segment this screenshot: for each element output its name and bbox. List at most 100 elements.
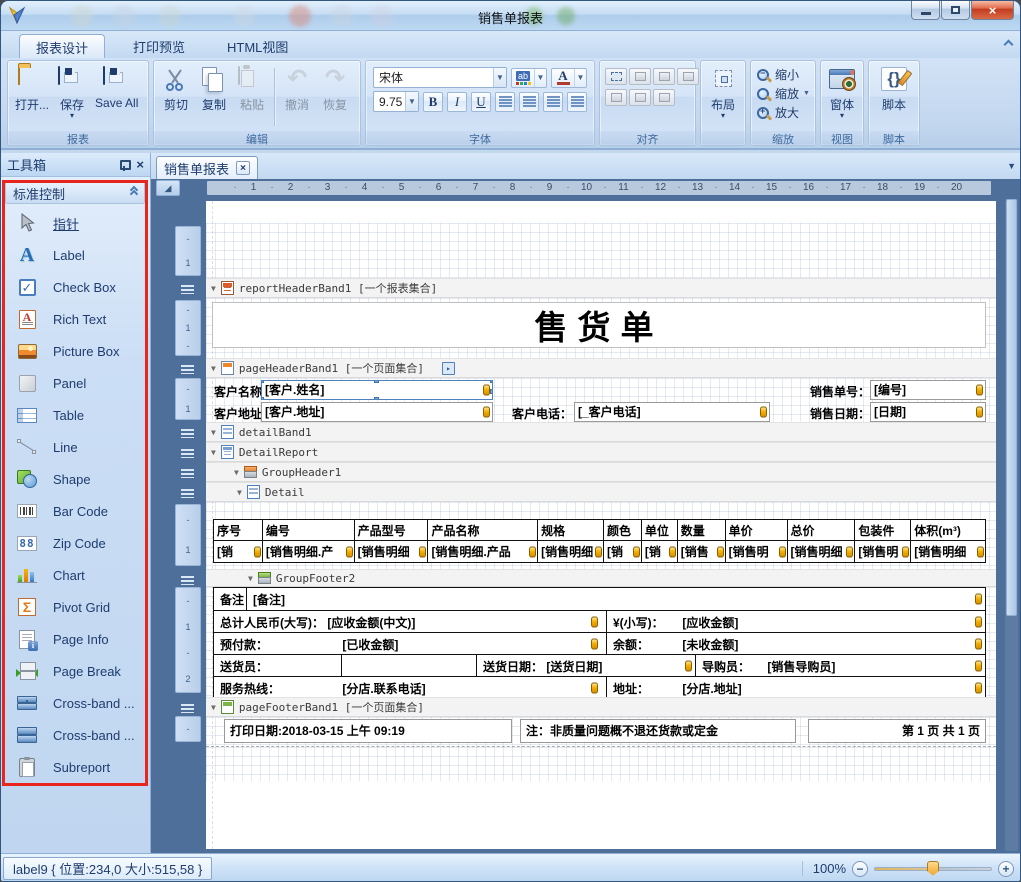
band-header-detail[interactable]: ▼ Detail [206, 482, 996, 502]
collapse-arrow-icon[interactable]: ▼ [237, 488, 242, 497]
detail-column-header[interactable]: 单位 [642, 520, 678, 540]
collapse-arrow-icon[interactable]: ▼ [248, 574, 253, 583]
report-header-content[interactable]: 售货单 [206, 298, 996, 358]
detail-column-header[interactable]: 产品型号 [355, 520, 429, 540]
report-title-label[interactable]: 售货单 [212, 302, 986, 348]
combo-dropdown-icon[interactable]: ▼ [405, 92, 418, 111]
deliverer-value-cell[interactable] [342, 655, 477, 676]
report-page[interactable]: ▼ reportHeaderBand1 [一个报表集合] 售货单 ▼ pageH… [206, 201, 996, 849]
toolbox-item-checkbox[interactable]: ✓ Check Box [5, 271, 145, 303]
detail-field-cell[interactable]: [销 [642, 541, 678, 562]
font-size-combo[interactable]: 9.75 ▼ [373, 91, 419, 112]
toolbox-item-shape[interactable]: Shape [5, 463, 145, 495]
remark-field-cell[interactable]: [备注] [247, 588, 985, 610]
dropdown-arrow-icon[interactable]: ▼ [534, 69, 546, 87]
pin-icon[interactable] [119, 159, 128, 171]
align-tops-button[interactable] [605, 89, 627, 106]
zoom-in-button[interactable]: + [998, 861, 1014, 877]
band-grip-icon[interactable] [181, 704, 194, 713]
detail-column-header[interactable]: 颜色 [604, 520, 642, 540]
band-grip-icon[interactable] [181, 449, 194, 458]
font-color-button[interactable]: A ▼ [551, 68, 587, 88]
font-name-combo[interactable]: 宋体 ▼ [373, 67, 507, 88]
detail-column-header[interactable]: 序号 [214, 520, 263, 540]
selection-handle[interactable] [261, 380, 264, 383]
detail-field-cell[interactable]: [销售 [678, 541, 726, 562]
group-footer-content[interactable]: 备注 [备注] 总计人民币(大写)： [应收金额(中文)] ¥(小写)： [206, 587, 996, 697]
collapse-arrow-icon[interactable]: ▼ [211, 703, 216, 712]
toolbox-item-zipcode[interactable]: 88 Zip Code [5, 527, 145, 559]
detail-column-header[interactable]: 编号 [263, 520, 355, 540]
align-justify-button[interactable] [567, 92, 587, 112]
redo-button[interactable]: ↷ 恢复 [316, 64, 354, 113]
detail-column-header[interactable]: 数量 [678, 520, 726, 540]
sale-date-label[interactable]: 销售日期： [810, 405, 870, 422]
detail-field-cell[interactable]: [销售明细 [538, 541, 604, 562]
toolbox-item-subreport[interactable]: Subreport [5, 751, 145, 783]
align-lefts-button[interactable] [629, 68, 651, 85]
zoom-slider[interactable] [874, 867, 992, 871]
detail-field-cell[interactable]: [销售明 [726, 541, 788, 562]
band-header-detail-report[interactable]: ▼ DetailReport [206, 442, 996, 462]
band-grip-icon[interactable] [181, 429, 194, 438]
page-header-content[interactable]: 客户名称： [客户.姓名] 销售单号： [编号] [206, 378, 996, 422]
detail-column-header[interactable]: 体积(m³) [911, 520, 985, 540]
detail-column-header[interactable]: 规格 [538, 520, 604, 540]
selection-handle[interactable] [374, 380, 379, 383]
tab-close-icon[interactable]: × [236, 161, 250, 175]
align-middles-button[interactable] [629, 89, 651, 106]
remark-label-cell[interactable]: 备注 [214, 588, 247, 610]
toolbox-group-standard-controls[interactable]: 标准控制 [5, 182, 145, 204]
dropdown-arrow-icon[interactable]: ▼ [574, 69, 586, 87]
collapse-arrow-icon[interactable]: ▼ [234, 468, 239, 477]
bottom-margin-area[interactable] [206, 781, 996, 849]
document-tab[interactable]: 销售单报表 × [156, 156, 258, 179]
undo-button[interactable]: ↶ 撤消 [278, 64, 316, 113]
detail-field-cell[interactable]: [销售明细 [355, 541, 429, 562]
zoom-out-button[interactable]: −缩小 [754, 65, 812, 84]
toolbox-item-pivotgrid[interactable]: Σ Pivot Grid [5, 591, 145, 623]
band-header-page-footer[interactable]: ▼ pageFooterBand1 [一个页面集合] [206, 697, 996, 717]
order-no-label[interactable]: 销售单号： [810, 383, 870, 400]
band-header-detail-band[interactable]: ▼ detailBand1 [206, 422, 996, 442]
band-header-page-header[interactable]: ▼ pageHeaderBand1 [一个页面集合] ▸ [206, 358, 996, 378]
selection-handle[interactable] [490, 380, 493, 383]
vertical-scrollbar[interactable] [1005, 199, 1018, 851]
highlight-color-button[interactable]: ab ▼ [511, 68, 547, 88]
ruler-corner-button[interactable]: ◢ [156, 180, 180, 196]
detail-column-header[interactable]: 单价 [726, 520, 788, 540]
sale-date-field[interactable]: [日期] [870, 402, 986, 422]
toolbox-close-icon[interactable]: × [136, 159, 144, 171]
align-rights-button[interactable] [677, 68, 699, 85]
combo-dropdown-icon[interactable]: ▼ [493, 68, 506, 87]
total-cn-cell[interactable]: 总计人民币(大写)： [应收金额(中文)] [214, 611, 607, 632]
band-header-group-header[interactable]: ▼ GroupHeader1 [206, 462, 996, 482]
selection-handle[interactable] [261, 397, 264, 400]
layout-button[interactable]: 布局 ▾ [704, 64, 742, 118]
align-centers-button[interactable] [653, 68, 675, 85]
scrollbar-thumb[interactable] [1006, 199, 1017, 616]
zoom-slider-thumb[interactable] [927, 861, 939, 876]
balance-cell[interactable]: 余额： [未收金额] [607, 633, 985, 654]
detail-field-cell[interactable]: [销售明细.产 [263, 541, 355, 562]
group-footer-table[interactable]: 备注 [备注] 总计人民币(大写)： [应收金额(中文)] ¥(小写)： [213, 587, 986, 699]
detail-field-cell[interactable]: [销 [604, 541, 642, 562]
design-canvas[interactable]: -1-1--1-1-1-2- ▼ reportHeaderBand1 [一个报表… [151, 197, 1020, 853]
detail-field-cell[interactable]: [销售明细 [788, 541, 856, 562]
band-grip-icon[interactable] [181, 576, 194, 585]
toolbox-item-line[interactable]: Line [5, 431, 145, 463]
top-margin-grid-area[interactable] [206, 223, 996, 278]
detail-content[interactable]: 序号编号产品型号产品名称规格颜色单位数量单价总价包装件体积(m³) [销[销售明… [206, 502, 996, 569]
cut-button[interactable]: 剪切 [157, 64, 195, 113]
band-grip-icon[interactable] [181, 469, 194, 478]
collapse-arrow-icon[interactable]: ▼ [211, 448, 216, 457]
detail-column-header[interactable]: 包装件 [855, 520, 911, 540]
toolbox-item-barcode[interactable]: Bar Code [5, 495, 145, 527]
align-left-button[interactable] [495, 92, 515, 112]
band-header-group-footer[interactable]: ▼ GroupFooter2 [206, 569, 996, 587]
tab-print-preview[interactable]: 打印预览 [117, 34, 201, 58]
close-button[interactable]: × [971, 1, 1014, 20]
italic-button[interactable]: I [447, 92, 467, 112]
detail-column-header[interactable]: 总价 [788, 520, 856, 540]
band-grip-icon[interactable] [181, 365, 194, 374]
